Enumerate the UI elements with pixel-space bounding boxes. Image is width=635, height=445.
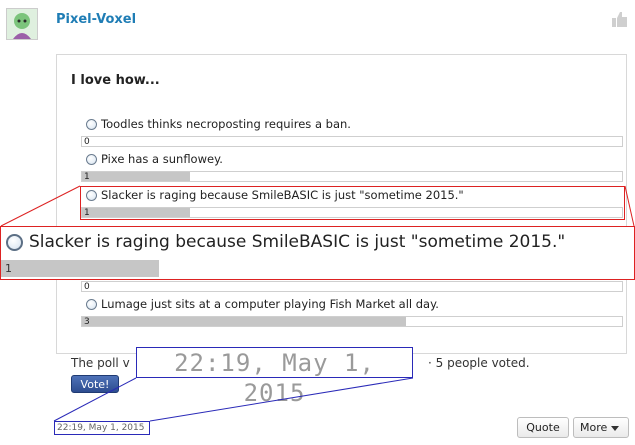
poll-option-label: Pixe has a sunflowey.: [101, 152, 223, 166]
vote-bar-4: 3: [81, 316, 623, 327]
zoom-vote-bar: 1: [1, 260, 634, 277]
vote-bar-fill: [82, 317, 406, 326]
vote-bar-1: 0: [81, 136, 623, 147]
thumbs-up-icon[interactable]: [611, 10, 629, 28]
vote-button[interactable]: Vote!: [71, 375, 119, 393]
avatar[interactable]: [6, 8, 38, 40]
quote-button[interactable]: Quote: [517, 417, 569, 438]
vote-count: 3: [84, 317, 90, 327]
post-timestamp[interactable]: 22:19, May 1, 2015: [54, 421, 150, 435]
vote-count: 0: [84, 137, 90, 147]
poll-title: I love how...: [71, 73, 160, 88]
vote-count: 1: [84, 172, 90, 182]
username[interactable]: Pixel-Voxel: [56, 12, 136, 27]
poll-option-label: Lumage just sits at a computer playing F…: [101, 297, 439, 311]
zoom-timestamp: 22:19, May 1, 2015: [136, 347, 413, 407]
highlight-box: [80, 186, 625, 220]
radio-button: [6, 233, 23, 251]
vote-bar-hidden: 0: [81, 281, 623, 292]
poll-option-4[interactable]: Lumage just sits at a computer playing F…: [86, 297, 439, 311]
vote-count: 0: [84, 282, 90, 292]
zoom-vote-count: 1: [5, 262, 12, 275]
zoom-poll-option: Slacker is raging because SmileBASIC is …: [6, 232, 565, 252]
poll-vote-summary: · 5 people voted.: [428, 356, 530, 370]
more-button[interactable]: More: [573, 417, 629, 438]
radio-button[interactable]: [86, 118, 97, 130]
radio-button[interactable]: [86, 153, 97, 165]
radio-button[interactable]: [86, 298, 97, 310]
poll-option-2[interactable]: Pixe has a sunflowey.: [86, 152, 223, 166]
more-button-label: More: [580, 421, 608, 434]
vote-bar-2: 1: [81, 171, 623, 182]
poll-option-1[interactable]: Toodles thinks necroposting requires a b…: [86, 117, 351, 131]
poll-option-label: Toodles thinks necroposting requires a b…: [101, 117, 351, 131]
chevron-down-icon: [611, 425, 620, 431]
zoom-vote-bar-fill: [1, 260, 160, 277]
vote-bar-fill: [82, 172, 190, 181]
zoom-option-label: Slacker is raging because SmileBASIC is …: [29, 232, 566, 252]
poll-footer-text: The poll v: [71, 356, 130, 370]
